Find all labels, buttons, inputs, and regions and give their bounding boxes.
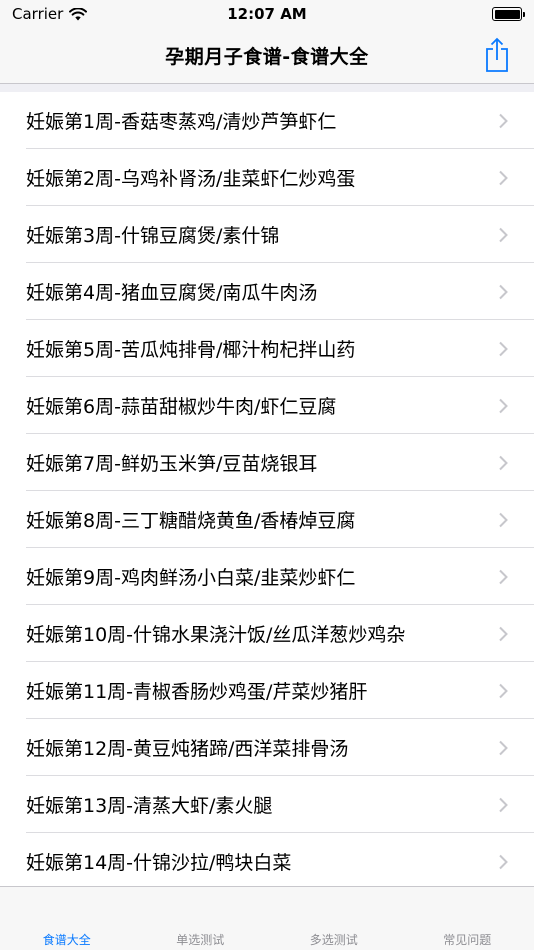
list-item[interactable]: 妊娠第14周-什锦沙拉/鸭块白菜 bbox=[0, 833, 534, 886]
list-item[interactable]: 妊娠第5周-苦瓜炖排骨/椰汁枸杞拌山药 bbox=[0, 320, 534, 377]
list-item[interactable]: 妊娠第4周-猪血豆腐煲/南瓜牛肉汤 bbox=[0, 263, 534, 320]
battery-icon bbox=[492, 7, 525, 21]
chevron-right-icon bbox=[499, 797, 508, 812]
tab-multi-choice-test[interactable]: 多选测试 bbox=[267, 887, 401, 950]
chevron-right-icon bbox=[499, 341, 508, 356]
chevron-right-icon bbox=[499, 170, 508, 185]
list-item-label: 妊娠第10周-什锦水果浇汁饭/丝瓜洋葱炒鸡杂 bbox=[26, 624, 406, 646]
share-icon[interactable] bbox=[482, 37, 512, 73]
list-item[interactable]: 妊娠第9周-鸡肉鲜汤小白菜/韭菜炒虾仁 bbox=[0, 548, 534, 605]
list-item[interactable]: 妊娠第3周-什锦豆腐煲/素什锦 bbox=[0, 206, 534, 263]
list-item-label: 妊娠第4周-猪血豆腐煲/南瓜牛肉汤 bbox=[26, 282, 318, 304]
chevron-right-icon bbox=[499, 227, 508, 242]
list-top-spacer bbox=[0, 84, 534, 92]
chevron-right-icon bbox=[499, 569, 508, 584]
tab-label: 单选测试 bbox=[176, 933, 225, 947]
tab-label: 常见问题 bbox=[443, 933, 492, 947]
list-item-label: 妊娠第9周-鸡肉鲜汤小白菜/韭菜炒虾仁 bbox=[26, 567, 356, 589]
chevron-right-icon bbox=[499, 455, 508, 470]
list-item-label: 妊娠第14周-什锦沙拉/鸭块白菜 bbox=[26, 852, 292, 874]
status-bar: Carrier 12:07 AM bbox=[0, 0, 534, 28]
chevron-right-icon bbox=[499, 626, 508, 641]
list-item[interactable]: 妊娠第1周-香菇枣蒸鸡/清炒芦笋虾仁 bbox=[0, 92, 534, 149]
tab-bar: 食谱大全 单选测试 多选测试 常见问题 bbox=[0, 886, 534, 950]
list-item-label: 妊娠第5周-苦瓜炖排骨/椰汁枸杞拌山药 bbox=[26, 339, 356, 361]
chevron-right-icon bbox=[499, 854, 508, 869]
list-item-label: 妊娠第1周-香菇枣蒸鸡/清炒芦笋虾仁 bbox=[26, 111, 337, 133]
navigation-bar: 孕期月子食谱-食谱大全 bbox=[0, 28, 534, 84]
wifi-icon bbox=[69, 7, 88, 20]
carrier-label: Carrier bbox=[12, 5, 64, 23]
list-item-label: 妊娠第13周-清蒸大虾/素火腿 bbox=[26, 795, 273, 817]
tab-label: 多选测试 bbox=[309, 933, 358, 947]
list-item[interactable]: 妊娠第11周-青椒香肠炒鸡蛋/芹菜炒猪肝 bbox=[0, 662, 534, 719]
list-item[interactable]: 妊娠第2周-乌鸡补肾汤/韭菜虾仁炒鸡蛋 bbox=[0, 149, 534, 206]
list-item-label: 妊娠第7周-鲜奶玉米笋/豆苗烧银耳 bbox=[26, 453, 318, 475]
list-item-label: 妊娠第12周-黄豆炖猪蹄/西洋菜排骨汤 bbox=[26, 738, 349, 760]
list-item-label: 妊娠第11周-青椒香肠炒鸡蛋/芹菜炒猪肝 bbox=[26, 681, 368, 703]
chevron-right-icon bbox=[499, 398, 508, 413]
chevron-right-icon bbox=[499, 740, 508, 755]
tab-faq[interactable]: 常见问题 bbox=[401, 887, 534, 950]
list-item-label: 妊娠第2周-乌鸡补肾汤/韭菜虾仁炒鸡蛋 bbox=[26, 168, 356, 190]
list-item[interactable]: 妊娠第8周-三丁糖醋烧黄鱼/香椿焯豆腐 bbox=[0, 491, 534, 548]
recipe-list[interactable]: 妊娠第1周-香菇枣蒸鸡/清炒芦笋虾仁 妊娠第2周-乌鸡补肾汤/韭菜虾仁炒鸡蛋 妊娠第… bbox=[0, 92, 534, 886]
list-item[interactable]: 妊娠第7周-鲜奶玉米笋/豆苗烧银耳 bbox=[0, 434, 534, 491]
battery-level bbox=[494, 9, 520, 19]
status-left: Carrier bbox=[12, 5, 88, 23]
tab-recipes[interactable]: 食谱大全 bbox=[0, 887, 134, 950]
list-item[interactable]: 妊娠第13周-清蒸大虾/素火腿 bbox=[0, 776, 534, 833]
chevron-right-icon bbox=[499, 113, 508, 128]
list-item[interactable]: 妊娠第6周-蒜苗甜椒炒牛肉/虾仁豆腐 bbox=[0, 377, 534, 434]
list-item-label: 妊娠第3周-什锦豆腐煲/素什锦 bbox=[26, 225, 280, 247]
tab-single-choice-test[interactable]: 单选测试 bbox=[134, 887, 268, 950]
chevron-right-icon bbox=[499, 683, 508, 698]
list-item-label: 妊娠第8周-三丁糖醋烧黄鱼/香椿焯豆腐 bbox=[26, 510, 356, 532]
chevron-right-icon bbox=[499, 512, 508, 527]
chevron-right-icon bbox=[499, 284, 508, 299]
list-item-label: 妊娠第6周-蒜苗甜椒炒牛肉/虾仁豆腐 bbox=[26, 396, 337, 418]
list-item[interactable]: 妊娠第12周-黄豆炖猪蹄/西洋菜排骨汤 bbox=[0, 719, 534, 776]
list-item[interactable]: 妊娠第10周-什锦水果浇汁饭/丝瓜洋葱炒鸡杂 bbox=[0, 605, 534, 662]
page-title: 孕期月子食谱-食谱大全 bbox=[165, 46, 369, 68]
tab-label: 食谱大全 bbox=[42, 933, 91, 947]
